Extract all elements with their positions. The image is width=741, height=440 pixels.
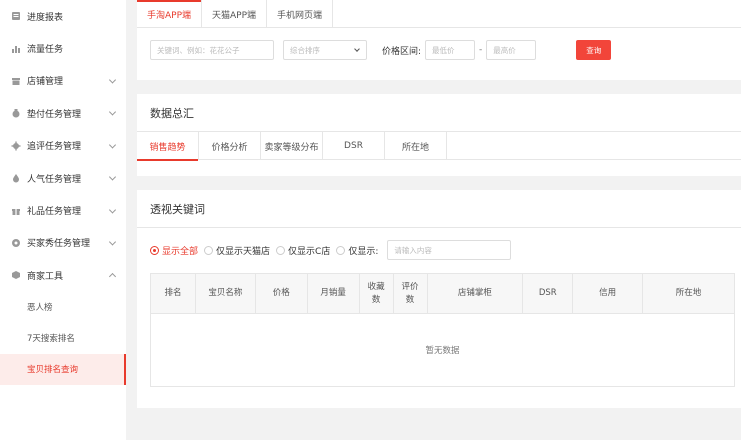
summary-tab[interactable]: 所在地: [385, 132, 447, 160]
chevron-down-icon: [108, 205, 117, 214]
keyword-input[interactable]: [150, 40, 274, 60]
chevron-down-icon: [108, 76, 117, 84]
keyword-title: 透视关键词: [137, 190, 741, 228]
radio-dot: [336, 245, 346, 255]
sidebar-item-label: 人气任务管理: [27, 174, 82, 185]
summary-tab[interactable]: 销售趋势: [137, 132, 199, 161]
keyword-table: 排名 宝贝名称 价格 月销量 收藏 数评价 数店铺掌柜 DSR 信用 所在地 暂无数据: [150, 273, 735, 387]
platform-tab[interactable]: 天猫APP端: [202, 0, 268, 28]
table-column-header: 收藏 数: [358, 273, 394, 314]
sidebar-item-label: 流量任务: [27, 45, 64, 56]
table-column-header: 宝贝名称: [194, 273, 256, 314]
sidebar: 进度报表流量任务店铺管理垫付任务管理 追评任务管理 人气任务管理 礼品任务管理 买家秀任…: [0, 0, 126, 440]
summary-tab[interactable]: 价格分析: [199, 132, 261, 160]
radio-label: 显示全部: [162, 246, 199, 257]
shop-filter-radio[interactable]: 仅显示天猫店: [204, 244, 270, 257]
money-bag-icon: [11, 108, 21, 118]
sidebar-sub-item[interactable]: 恶人榜: [0, 292, 126, 323]
shop-filter-radio[interactable]: 显示全部: [150, 244, 198, 257]
summary-tab[interactable]: DSR: [323, 132, 385, 160]
table-row: 暂无数据: [150, 313, 735, 387]
price-range-label: 价格区间:: [382, 46, 422, 57]
query-button[interactable]: 查询: [576, 40, 612, 60]
table-column-header: 排名: [150, 273, 196, 314]
sidebar-item-label: 垫付任务管理: [27, 109, 82, 120]
summary-tab[interactable]: 卖家等级分布: [261, 132, 323, 160]
bar-chart-icon: [11, 44, 21, 54]
search-card: 手淘APP端天猫APP端手机网页端 综合排序 价格区间: - 查询: [137, 0, 741, 80]
radio-label: 仅显示:: [348, 246, 379, 257]
shop-filter-radios: 显示全部 仅显示天猫店 仅显示C店 仅显示:: [150, 240, 512, 260]
table-column-header: 月销量: [306, 273, 360, 314]
chevron-down-icon: [354, 46, 360, 52]
chevron-down-icon: [108, 238, 117, 246]
price-separator: -: [479, 45, 483, 55]
content-input[interactable]: [387, 240, 512, 260]
shop-filter-radio[interactable]: 仅显示:: [336, 244, 378, 257]
radio-dot: [150, 245, 159, 255]
empty-state: 暂无数据: [150, 313, 735, 387]
radio-group: 显示全部 仅显示天猫店 仅显示C店 仅显示:: [150, 244, 384, 257]
star-badge-icon: [11, 238, 21, 248]
chevron-up-icon: [108, 273, 117, 281]
sidebar-item-label: 进度报表: [27, 12, 64, 23]
sort-select-value: 综合排序: [290, 45, 320, 55]
radio-dot: [204, 245, 214, 255]
radio-dot: [276, 245, 286, 255]
sidebar-nav: 进度报表流量任务店铺管理垫付任务管理 追评任务管理 人气任务管理 礼品任务管理 买家秀任…: [0, 0, 126, 292]
sidebar-sub-item[interactable]: 宝贝排名查询: [0, 353, 126, 385]
flame-icon: [11, 173, 21, 183]
sidebar-item-label: 买家秀任务管理: [27, 239, 91, 250]
sidebar-item-label: 商家工具: [27, 271, 64, 282]
sidebar-item[interactable]: 追评任务管理: [0, 130, 126, 162]
platform-tab[interactable]: 手机网页端: [267, 0, 334, 28]
report-icon: [11, 11, 21, 21]
store-icon: [11, 76, 21, 86]
min-price-input[interactable]: [425, 40, 476, 60]
radio-label: 仅显示天猫店: [216, 246, 271, 257]
gear-icon: [11, 141, 21, 151]
max-price-input[interactable]: [486, 40, 537, 60]
table-column-header: 评价 数: [392, 273, 428, 314]
sidebar-item-label: 追评任务管理: [27, 142, 82, 153]
summary-tabs: 销售趋势 价格分析 卖家等级分布 DSR 所在地: [137, 132, 741, 161]
shop-filter-radio[interactable]: 仅显示C店: [276, 244, 330, 257]
sidebar-item[interactable]: 礼品任务管理: [0, 194, 126, 226]
sidebar-item[interactable]: 流量任务: [0, 32, 126, 64]
filter-row: 综合排序 价格区间: - 查询: [150, 40, 612, 60]
chevron-down-icon: [108, 173, 117, 181]
sidebar-item[interactable]: 进度报表: [0, 0, 126, 32]
gift-icon: [11, 206, 21, 216]
table-column-header: DSR: [522, 273, 574, 314]
summary-card: 数据总汇 销售趋势 价格分析 卖家等级分布 DSR 所在地: [137, 94, 741, 176]
sidebar-sub-item[interactable]: 7天搜索排名: [0, 323, 126, 354]
sidebar-item-label: 店铺管理: [27, 77, 64, 88]
radio-label: 仅显示C店: [288, 246, 331, 257]
platform-tab[interactable]: 手淘APP端: [137, 0, 203, 28]
sidebar-item[interactable]: 买家秀任务管理: [0, 227, 126, 259]
cube-icon: [11, 270, 21, 280]
table-column-header: 所在地: [642, 273, 735, 314]
table-header-row: 排名 宝贝名称 价格 月销量 收藏 数评价 数店铺掌柜 DSR 信用 所在地: [150, 273, 735, 314]
sidebar-item-label: 礼品任务管理: [27, 207, 82, 218]
sidebar-item[interactable]: 人气任务管理: [0, 162, 126, 194]
chevron-down-icon: [108, 108, 117, 116]
table-column-header: 信用: [572, 273, 644, 314]
table-column-header: 价格: [254, 273, 308, 314]
platform-tabs: 手淘APP端 天猫APP端 手机网页端: [137, 0, 741, 28]
sidebar-item[interactable]: 店铺管理: [0, 65, 126, 97]
chevron-down-icon: [108, 141, 117, 149]
table-column-header: 店铺掌柜: [426, 273, 524, 314]
sort-select[interactable]: 综合排序: [283, 40, 367, 60]
sidebar-item[interactable]: 商家工具: [0, 259, 126, 291]
sidebar-item[interactable]: 垫付任务管理: [0, 97, 126, 129]
summary-title: 数据总汇: [137, 94, 741, 132]
sidebar-sub-nav: 恶人榜 7天搜索排名 宝贝排名查询: [0, 292, 126, 385]
